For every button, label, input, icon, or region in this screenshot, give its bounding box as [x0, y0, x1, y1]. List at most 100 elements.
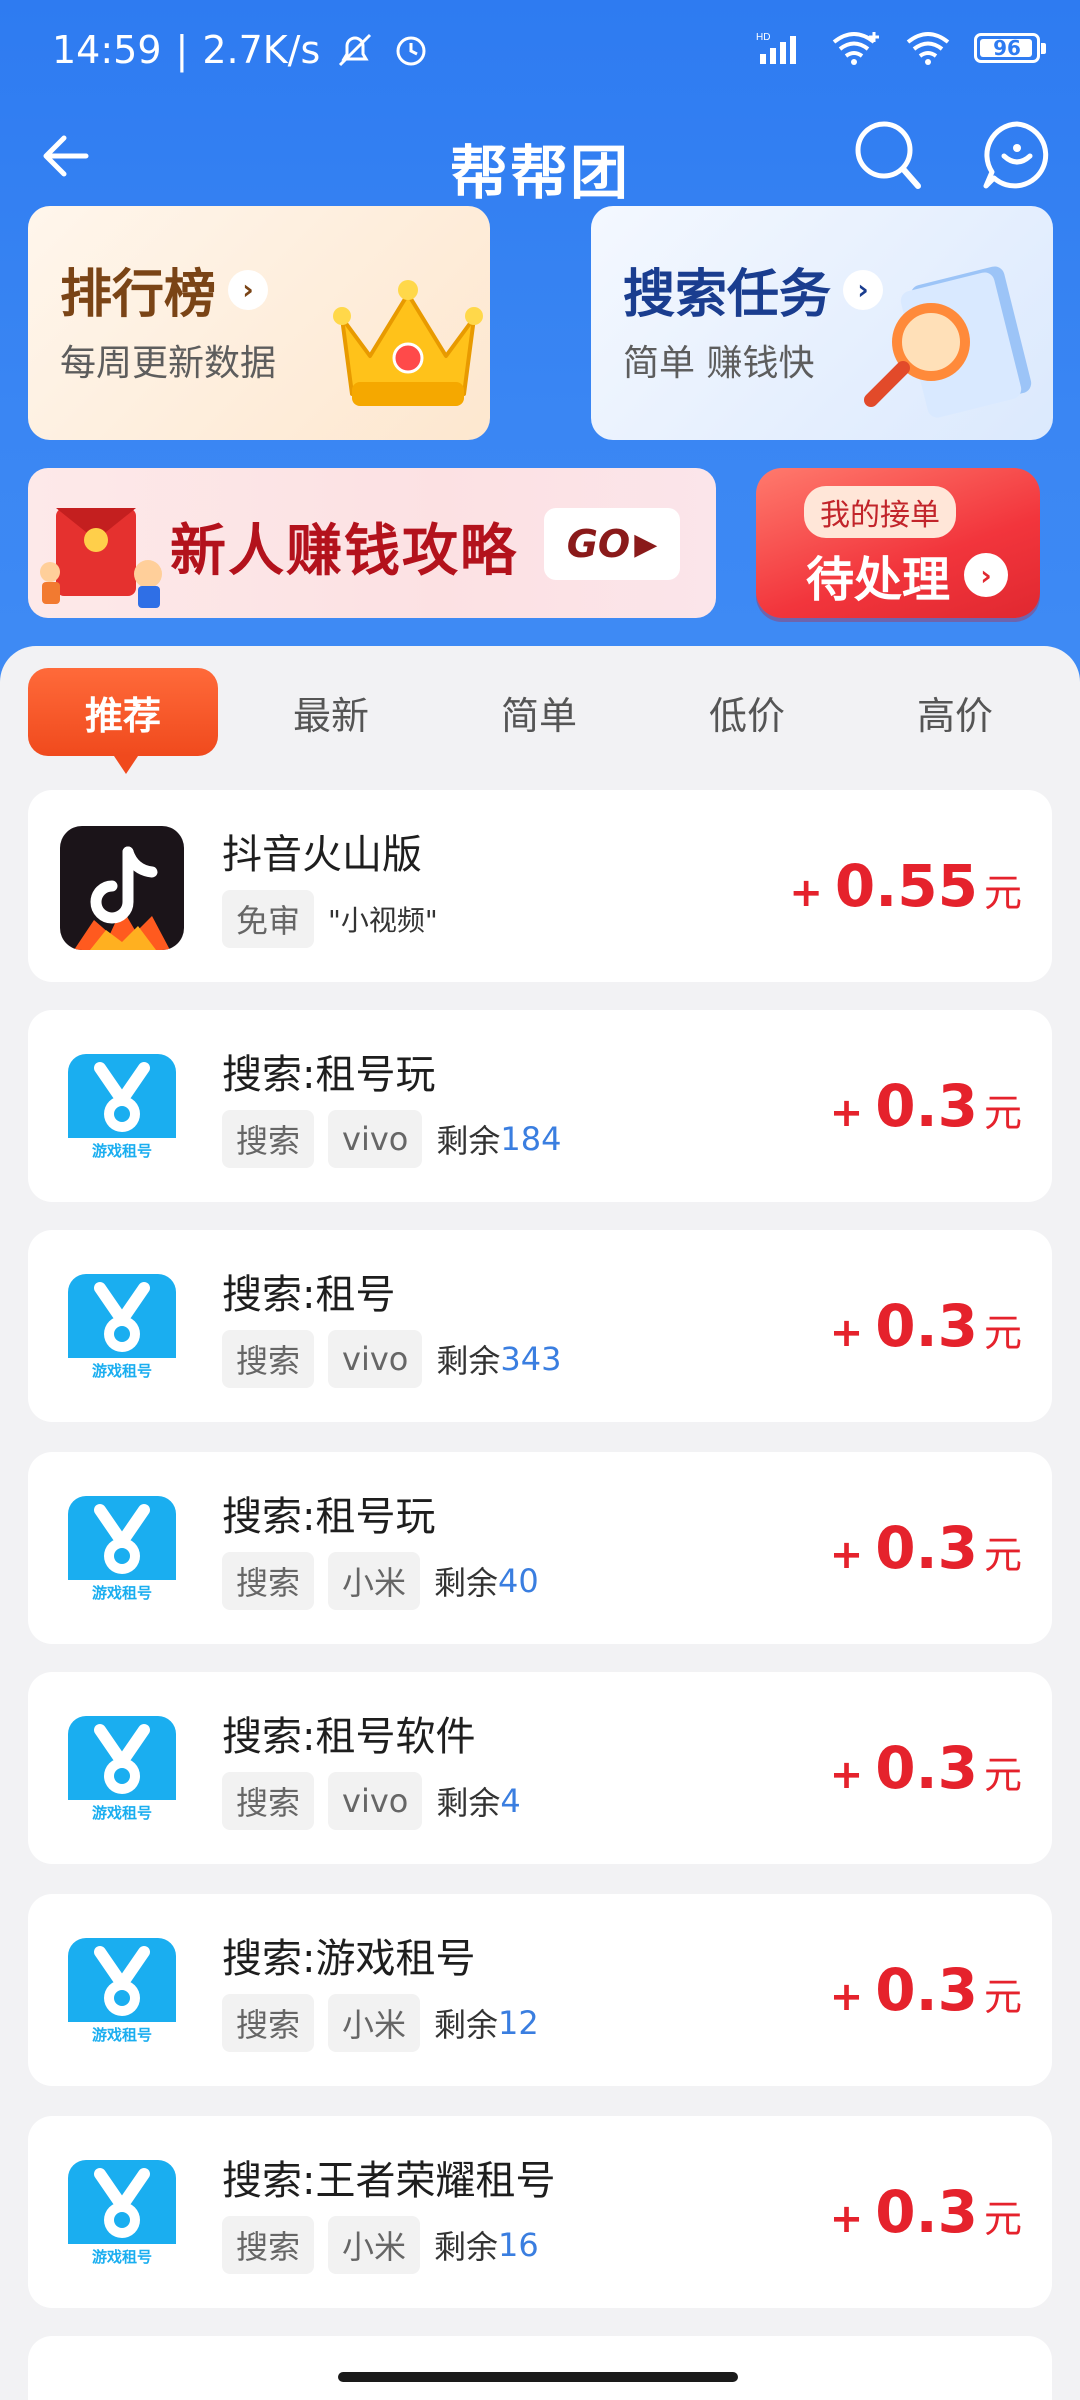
rank-title: 排行榜 — [60, 265, 217, 325]
tab-simple[interactable]: 简单 — [444, 668, 634, 756]
task-name: 搜索:租号软件 — [222, 1714, 476, 1760]
price-value: 0.3 — [875, 2178, 978, 2246]
task-tag: 搜索 — [222, 2216, 315, 2274]
price-prefix: + — [829, 1752, 864, 1798]
task-price: + 0.3 元 — [830, 1292, 1022, 1360]
newbie-guide-banner[interactable]: 新人赚钱攻略 GO ▶ — [28, 468, 716, 618]
tab-high-price[interactable]: 高价 — [860, 668, 1050, 756]
magnifier-icon — [864, 266, 1032, 418]
task-tag: 小米 — [328, 2216, 421, 2274]
game-rental-icon: 游戏租号 — [60, 1488, 184, 1612]
rank-title-row: 排行榜 › — [60, 252, 269, 327]
remain-label: 剩余 — [434, 2006, 499, 2044]
price-prefix: + — [789, 870, 823, 916]
task-tag: vivo — [328, 1110, 423, 1168]
price-value: 0.3 — [875, 1292, 978, 1360]
red-envelope-icon — [40, 508, 162, 608]
svg-text:游戏租号: 游戏租号 — [92, 1804, 152, 1822]
task-card[interactable]: 游戏租号 搜索:租号玩 搜索 vivo 剩余 184 + 0.3 元 — [28, 1010, 1052, 1202]
game-rental-icon: 游戏租号 — [60, 2152, 184, 2276]
home-indicator[interactable] — [338, 2372, 738, 2382]
game-rental-icon: 游戏租号 — [60, 1708, 184, 1832]
task-extra-tag: "小视频" — [328, 904, 438, 937]
task-remaining: 剩余 40 — [434, 1552, 539, 1610]
status-bar: 14:59 | 2.7K/s HD 96 — [0, 0, 1080, 100]
remain-label: 剩余 — [434, 2228, 499, 2266]
rank-subtitle: 每周更新数据 — [60, 343, 277, 384]
remain-count: 12 — [498, 2004, 539, 2042]
task-card[interactable]: 游戏租号 搜索:租号玩 搜索 小米 剩余 40 + 0.3 元 — [28, 1452, 1052, 1644]
task-price: + 0.3 元 — [830, 1734, 1022, 1802]
task-tag: 搜索 — [222, 1994, 315, 2052]
tab-low-price[interactable]: 低价 — [652, 668, 842, 756]
price-value: 0.55 — [834, 852, 978, 920]
battery-icon: 96 — [974, 33, 1046, 63]
task-tags: 搜索 vivo 剩余 343 — [222, 1330, 561, 1388]
search-task-subtitle: 简单 赚钱快 — [623, 343, 815, 384]
search-icon[interactable] — [852, 118, 924, 194]
search-task-title-row: 搜索任务 › — [623, 252, 884, 327]
price-unit: 元 — [983, 1091, 1022, 1135]
task-card[interactable]: 游戏租号 搜索:王者荣耀租号 搜索 小米 剩余 16 + 0.3 元 — [28, 2116, 1052, 2308]
task-price: + 0.3 元 — [830, 1514, 1022, 1582]
remain-label: 剩余 — [436, 1122, 501, 1160]
go-button[interactable]: GO ▶ — [544, 508, 680, 580]
price-unit: 元 — [983, 2197, 1022, 2241]
remain-label: 剩余 — [436, 1342, 501, 1380]
chevron-right-icon: › — [228, 269, 269, 310]
pending-label: 待处理 — [806, 552, 951, 608]
task-tags: 搜索 小米 剩余 40 — [222, 1552, 539, 1610]
task-remaining: 剩余 343 — [436, 1330, 561, 1388]
chevron-right-icon: › — [964, 553, 1009, 597]
svg-text:游戏租号: 游戏租号 — [92, 2248, 152, 2266]
task-name: 抖音火山版 — [222, 832, 422, 878]
price-unit: 元 — [983, 1975, 1022, 2019]
alarm-icon — [396, 36, 426, 66]
price-value: 0.3 — [875, 1514, 978, 1582]
remain-label: 剩余 — [436, 1784, 501, 1822]
wifi-icon — [906, 32, 950, 65]
search-task-card[interactable]: 搜索任务 › 简单 赚钱快 — [591, 206, 1053, 440]
my-orders-label: 我的接单 — [804, 486, 956, 538]
game-rental-icon: 游戏租号 — [60, 1046, 184, 1170]
search-task-title: 搜索任务 — [623, 265, 832, 325]
play-triangle-icon: ▶ — [634, 526, 658, 562]
price-value: 0.3 — [875, 1734, 978, 1802]
task-tag: vivo — [328, 1330, 423, 1388]
task-card-partial[interactable] — [28, 2336, 1052, 2400]
rank-card[interactable]: 排行榜 › 每周更新数据 — [28, 206, 490, 440]
mute-bell-icon — [339, 33, 372, 67]
price-value: 0.3 — [875, 1072, 978, 1140]
price-prefix: + — [829, 1532, 864, 1578]
status-time: 14:59 — [52, 28, 162, 72]
battery-level: 96 — [993, 36, 1021, 60]
task-name: 搜索:租号 — [222, 1272, 396, 1318]
task-card[interactable]: 游戏租号 搜索:租号 搜索 vivo 剩余 343 + 0.3 元 — [28, 1230, 1052, 1422]
tab-latest[interactable]: 最新 — [236, 668, 426, 756]
my-orders-pending-button[interactable]: 我的接单 待处理 › — [756, 468, 1040, 618]
task-tags: 搜索 vivo 剩余 4 — [222, 1772, 521, 1830]
remain-count: 4 — [500, 1782, 521, 1820]
task-name: 搜索:租号玩 — [222, 1494, 436, 1540]
svg-text:游戏租号: 游戏租号 — [92, 1584, 152, 1602]
task-tags: 搜索 小米 剩余 16 — [222, 2216, 539, 2274]
task-tag: 小米 — [328, 1552, 421, 1610]
tab-recommend[interactable]: 推荐 — [28, 668, 218, 774]
task-card[interactable]: 抖音火山版 免审 "小视频" + 0.55 元 — [28, 790, 1052, 982]
svg-text:游戏租号: 游戏租号 — [92, 1362, 152, 1380]
svg-text:游戏租号: 游戏租号 — [92, 2026, 152, 2044]
task-card[interactable]: 游戏租号 搜索:游戏租号 搜索 小米 剩余 12 + 0.3 元 — [28, 1894, 1052, 2086]
task-price: + 0.3 元 — [830, 1072, 1022, 1140]
task-name: 搜索:租号玩 — [222, 1052, 436, 1098]
price-prefix: + — [829, 1310, 864, 1356]
wifi-plus-icon — [832, 32, 879, 65]
task-price: + 0.3 元 — [830, 2178, 1022, 2246]
price-prefix: + — [829, 1974, 864, 2020]
task-remaining: 剩余 4 — [436, 1772, 520, 1830]
status-left: 14:59 | 2.7K/s — [52, 28, 432, 72]
task-price: + 0.55 元 — [789, 852, 1022, 920]
price-unit: 元 — [983, 1753, 1022, 1797]
game-rental-icon: 游戏租号 — [60, 1930, 184, 2054]
task-card[interactable]: 游戏租号 搜索:租号软件 搜索 vivo 剩余 4 + 0.3 元 — [28, 1672, 1052, 1864]
message-icon[interactable] — [980, 118, 1054, 192]
